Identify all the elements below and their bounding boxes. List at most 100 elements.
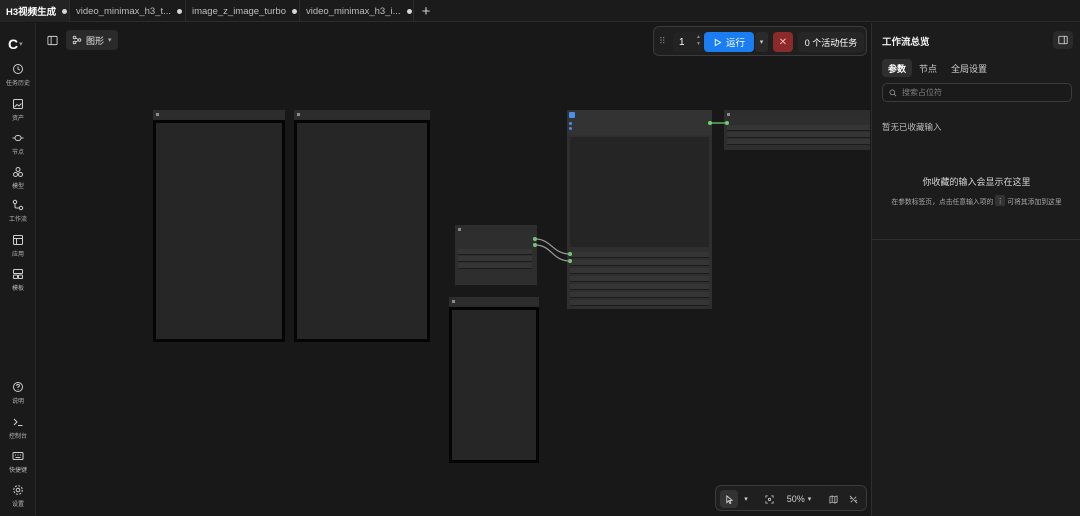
node-collapse-dot-icon[interactable] [156,113,159,116]
tab-global-settings[interactable]: 全局设置 [945,59,993,77]
sidebar-item-apps[interactable]: 应用 [0,234,36,258]
input-port[interactable] [568,259,572,263]
node-header[interactable] [294,110,430,118]
select-tool-button[interactable] [720,490,738,508]
sidebar-item-shortcuts[interactable]: 快捷键 [0,450,36,474]
image-node[interactable] [294,110,430,342]
drag-handle-icon[interactable]: ⠿ [659,36,666,47]
node-header[interactable] [724,110,870,118]
sidebar-item-label: 节点 [11,150,24,156]
toggle-panel-button[interactable] [45,33,59,47]
tab-image-z-turbo[interactable]: image_z_image_turbo [186,0,300,22]
node-widget[interactable] [570,268,709,274]
output-port[interactable] [533,237,537,241]
panel-title: 工作流总览 [882,37,930,48]
node-widget[interactable] [570,284,709,290]
app-logo-menu[interactable]: C ▾ [8,35,30,53]
tab-label: image_z_image_turbo [192,5,287,17]
node-preview [570,137,709,247]
input-node[interactable] [455,225,537,285]
zoom-dropdown[interactable]: 50% ▾ [782,490,816,508]
search-field[interactable] [882,83,1072,102]
workflow-canvas[interactable]: 图形 ▾ ⠿ 1 ▲ ▼ 运行 ▾ ✕ 0 个活动任务 ▾ 50% ▾ [37,23,870,516]
sidebar-item-models[interactable]: 模型 [0,166,36,190]
sidebar-item-settings[interactable]: 设置 [0,484,36,508]
pointer-icon [725,494,733,504]
node-widget[interactable] [727,139,870,145]
node-collapse-dot-icon[interactable] [458,228,461,231]
sidebar-item-console[interactable]: 控制台 [0,416,36,440]
node-widget[interactable] [570,292,709,298]
node-widget[interactable] [727,132,870,138]
panel-left-icon [46,35,58,45]
tab-nodes[interactable]: 节点 [913,59,943,77]
app-icon [13,235,23,245]
template-icon [13,269,23,279]
sidebar-item-assets[interactable]: 资产 [0,98,36,122]
node-header[interactable] [153,110,285,118]
add-tab-button[interactable]: + [414,0,438,22]
node-color-icon[interactable] [569,112,575,118]
tab-h3-video[interactable]: H3视频生成 [0,0,70,22]
help-icon [13,382,23,392]
active-tasks-label: 0 个活动任务 [804,37,858,48]
node-widget[interactable] [570,260,709,266]
output-port[interactable] [708,121,712,125]
node-widget[interactable] [570,252,709,258]
input-port[interactable] [569,127,572,130]
close-icon: ✕ [778,36,788,48]
node-widget[interactable] [570,300,709,306]
batch-count-input[interactable]: 1 ▲ ▼ [673,32,703,52]
sidebar-item-help[interactable]: 说明 [0,381,36,405]
node-header[interactable] [449,297,539,305]
stepper-icon[interactable]: ▲ ▼ [696,34,701,48]
sidebar-item-templates[interactable]: 模板 [0,268,36,292]
node-widget[interactable] [570,276,709,282]
output-node[interactable] [724,110,870,150]
tab-video-minimax-i[interactable]: video_minimax_h3_i... [300,0,414,22]
search-input[interactable] [902,88,1062,97]
video-generation-node[interactable] [567,110,712,309]
map-icon [829,494,837,504]
left-sidebar: C ▾ 任务历史 资产 节点 模型 工作流 应用 模板 说明 控制台 快捷键 设… [0,23,36,516]
hint-text: 可将其添加到这里 [1007,198,1062,206]
node-header[interactable] [455,225,537,233]
cancel-run-button[interactable]: ✕ [773,32,793,52]
input-port[interactable] [568,252,572,256]
run-options-dropdown[interactable]: ▾ [755,32,768,52]
node-widget[interactable] [727,125,870,131]
workflow-overview-panel: 工作流总览 参数 节点 全局设置 暂无已收藏输入 你收藏的输入会显示在这里 在参… [871,23,1080,516]
image-node[interactable] [153,110,285,342]
run-label: 运行 [725,38,745,49]
node-header[interactable] [567,110,712,135]
output-port[interactable] [533,243,537,247]
node-widget[interactable] [458,263,532,269]
sidebar-item-history[interactable]: 任务历史 [0,63,36,87]
close-panel-button[interactable] [1053,31,1073,49]
fit-view-button[interactable] [760,490,778,508]
node-collapse-dot-icon[interactable] [452,300,455,303]
node-collapse-dot-icon[interactable] [297,113,300,116]
sidebar-item-workflows[interactable]: 工作流 [0,199,36,223]
sidebar-item-nodes[interactable]: 节点 [0,132,36,156]
tab-parameters[interactable]: 参数 [882,59,913,77]
minimap-button[interactable] [824,490,842,508]
image-preview [294,120,430,342]
unsaved-dot-icon [62,8,68,14]
model-icon [13,167,23,177]
toggle-links-button[interactable] [844,490,862,508]
image-node[interactable] [449,297,539,463]
run-button[interactable]: 运行 [704,32,754,52]
unsaved-dot-icon [406,8,412,14]
tool-options-dropdown[interactable]: ▾ [740,490,752,508]
active-tasks-button[interactable]: 0 个活动任务 [798,32,864,52]
input-port[interactable] [725,121,729,125]
node-widget[interactable] [458,249,532,255]
tab-video-minimax-t[interactable]: video_minimax_h3_t... [70,0,186,22]
node-collapse-dot-icon[interactable] [727,113,730,116]
node-widget[interactable] [458,256,532,262]
empty-state-hint: 在参数标签页，点击任意输入项的 ⋮ 可将其添加到这里 [872,195,1080,206]
graph-mode-dropdown[interactable]: 图形 ▾ [66,30,118,50]
graph-icon [72,35,82,45]
input-port[interactable] [569,122,572,125]
